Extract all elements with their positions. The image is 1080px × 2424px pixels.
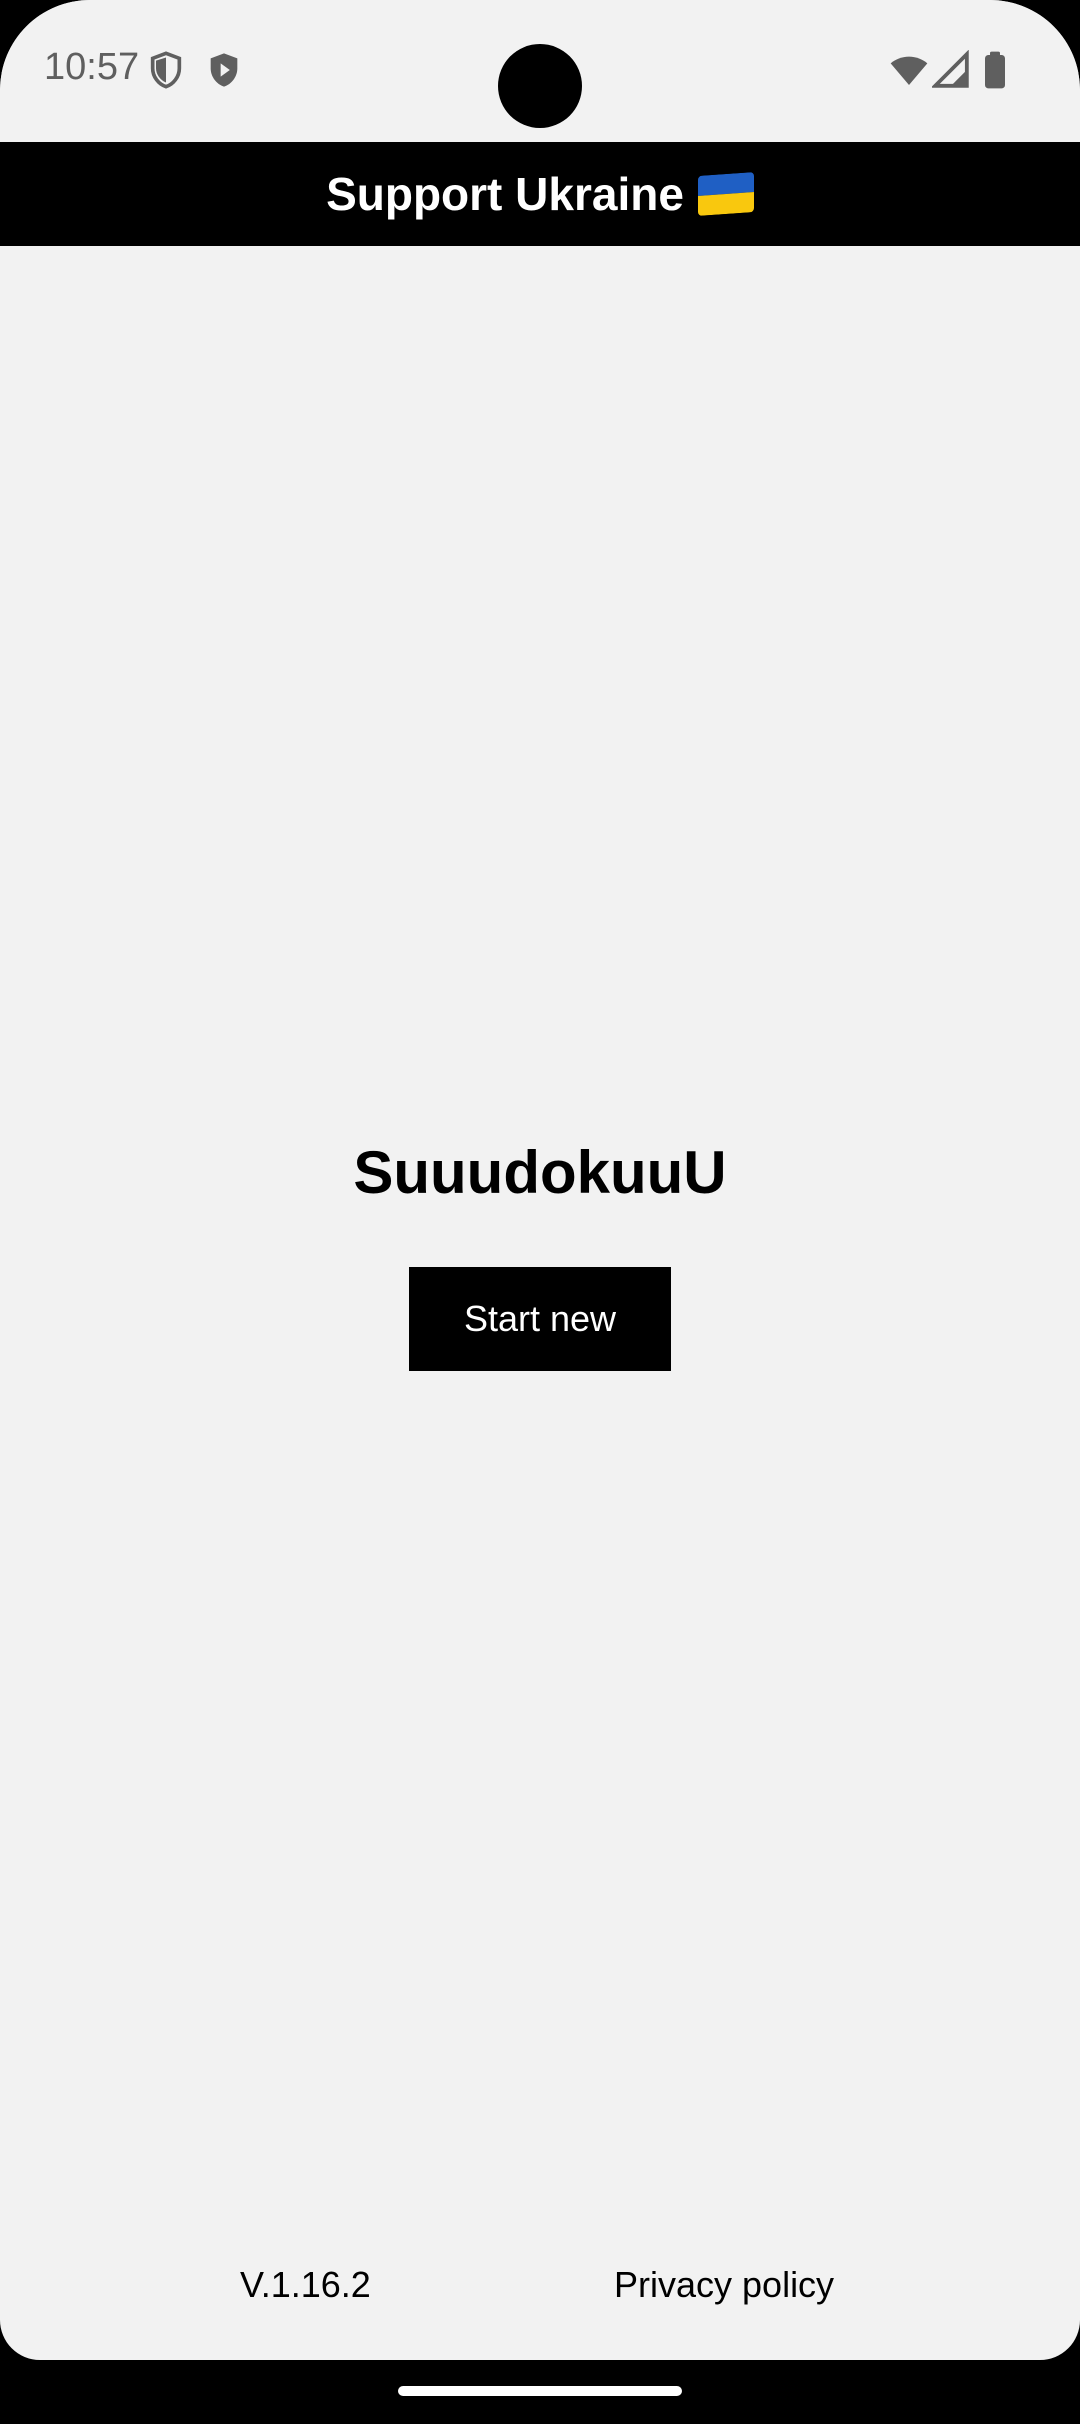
shield-outline-icon [150,51,182,89]
version-label: V.1.16.2 [240,2264,371,2305]
battery-icon [985,51,1005,89]
signal-icon [932,50,969,88]
app-bar: Support Ukraine [0,142,1080,246]
app-bar-title: Support Ukraine [326,167,754,221]
status-bar: 10:57 [0,0,1080,142]
home-indicator[interactable] [398,2386,682,2396]
status-time: 10:57 [44,46,140,88]
app-screen: 10:57 Support Ukraine SuuudokuuU Start n… [0,0,1080,2360]
game-title: SuuudokuuU [353,1139,727,1206]
support-ukraine-text: Support Ukraine [326,168,684,220]
start-new-button[interactable]: Start new [409,1267,671,1371]
front-camera-cutout [498,44,582,128]
ukraine-flag-icon [697,172,754,216]
play-shield-icon [210,53,238,87]
privacy-policy-link[interactable]: Privacy policy [614,2264,834,2306]
wifi-icon [890,56,928,85]
